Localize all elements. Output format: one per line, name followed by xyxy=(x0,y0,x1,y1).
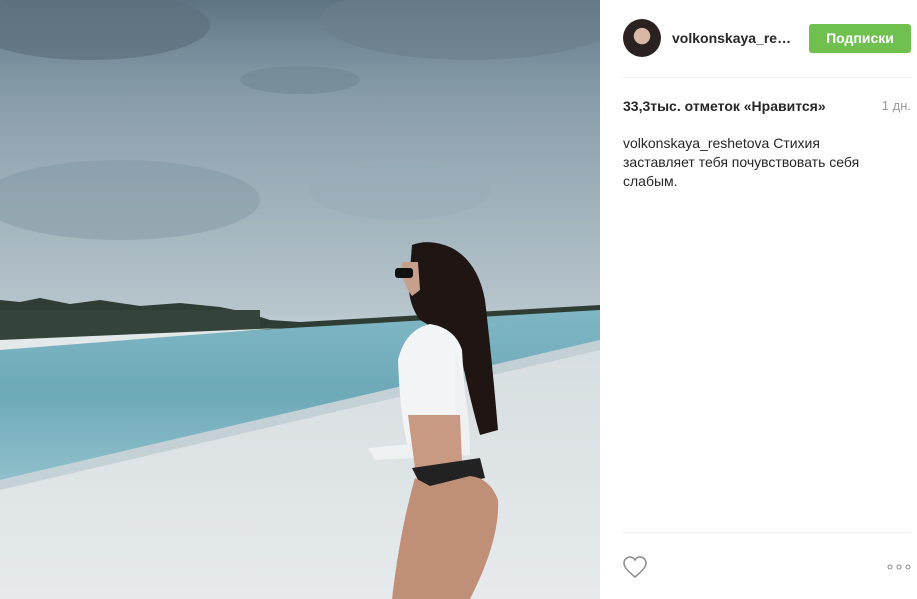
header-divider xyxy=(623,77,911,78)
author-username[interactable]: volkonskaya_re… xyxy=(672,30,791,46)
post-side-panel: volkonskaya_re… Подписки 33,3тыс. отмето… xyxy=(600,0,917,599)
caption-username[interactable]: volkonskaya_reshetova xyxy=(623,135,769,151)
post-header: volkonskaya_re… Подписки xyxy=(600,0,917,78)
post-caption: volkonskaya_reshetova Стихия заставляет … xyxy=(623,134,895,191)
post-photo[interactable] xyxy=(0,0,600,599)
follow-button[interactable]: Подписки xyxy=(809,24,911,53)
avatar[interactable] xyxy=(623,19,661,57)
heart-icon[interactable] xyxy=(622,555,648,579)
post-time[interactable]: 1 дн. xyxy=(882,98,911,113)
more-options-icon[interactable] xyxy=(886,560,912,574)
beach-scene-image xyxy=(0,0,600,599)
actions-divider xyxy=(623,532,911,533)
likes-count[interactable]: 33,3тыс. отметок «Нравится» xyxy=(623,98,826,114)
